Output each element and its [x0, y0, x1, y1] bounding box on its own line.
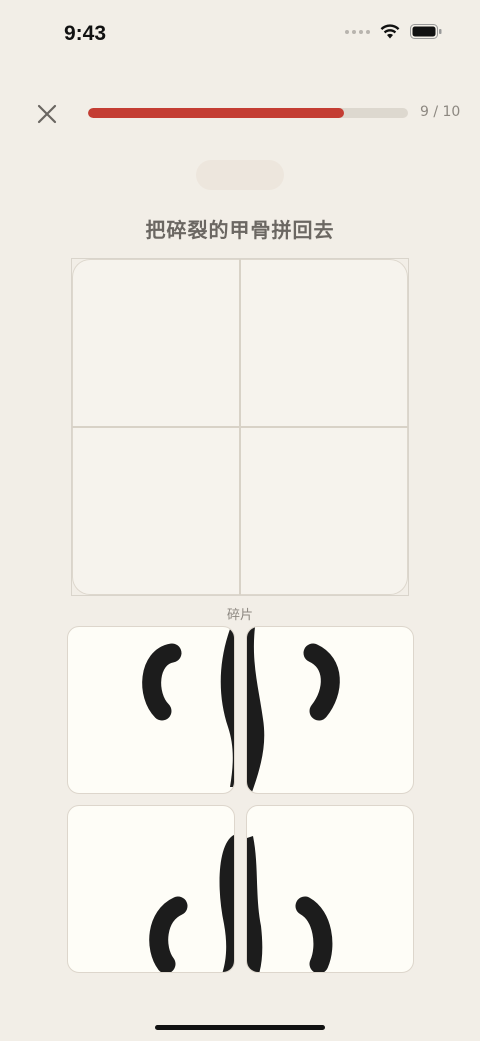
- oracle-fragment-glyph: [142, 629, 234, 787]
- hint-badge: [196, 160, 284, 190]
- board-divider-horizontal: [72, 426, 408, 428]
- board-slot-top-right[interactable]: [241, 259, 407, 425]
- progress-bar: [88, 108, 408, 118]
- oracle-fragment-glyph: [247, 627, 340, 793]
- pieces-label: 碎片: [226, 608, 253, 623]
- oracle-fragment-glyph: [247, 836, 333, 972]
- board-slot-bottom-left[interactable]: [72, 428, 238, 594]
- status-icons: [345, 24, 442, 39]
- cellular-signal-icon: [345, 29, 370, 34]
- status-time: 9:43: [64, 22, 107, 45]
- board-slot-bottom-right[interactable]: [241, 428, 407, 594]
- puzzle-piece-3[interactable]: [67, 805, 235, 973]
- puzzle-piece-1[interactable]: [67, 626, 235, 794]
- puzzle-piece-4[interactable]: [246, 805, 414, 973]
- close-icon: [37, 104, 57, 124]
- page-title: 把碎裂的甲骨拼回去: [145, 218, 335, 242]
- close-button[interactable]: [33, 100, 61, 128]
- wifi-icon: [380, 24, 400, 39]
- puzzle-screen: 9:43 9 / 10 把碎裂的甲骨拼回去 碎片: [0, 0, 480, 1041]
- board-slot-top-left[interactable]: [72, 259, 238, 425]
- progress-bar-fill: [88, 108, 344, 118]
- oracle-fragment-glyph: [149, 835, 234, 972]
- progress-counter: 9 / 10: [420, 104, 461, 120]
- puzzle-piece-2[interactable]: [246, 626, 414, 794]
- home-indicator: [155, 1025, 325, 1030]
- puzzle-board: [72, 259, 408, 595]
- battery-icon: [410, 24, 442, 39]
